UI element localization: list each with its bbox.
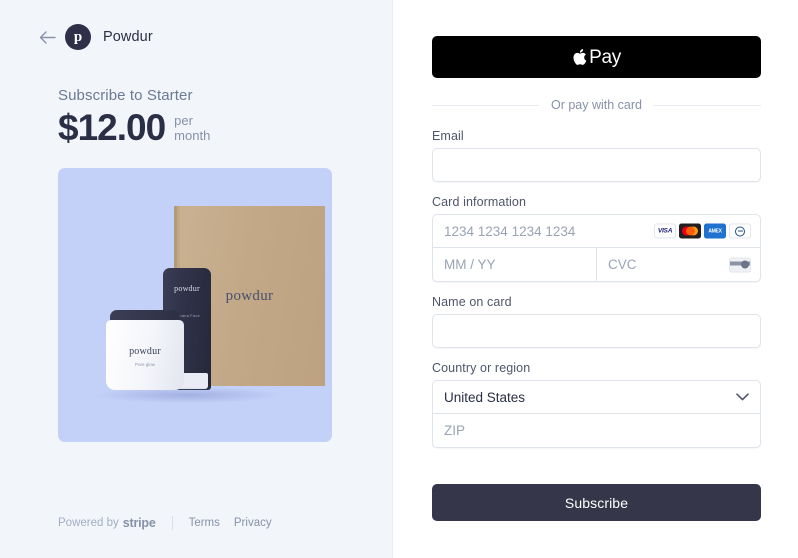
- card-expiry-input[interactable]: [433, 248, 596, 281]
- visa-icon: VISA: [654, 223, 676, 239]
- card-number-row: VISA AMEX: [433, 215, 760, 248]
- name-on-card-group: Name on card: [432, 295, 761, 348]
- or-pay-with-card-divider: Or pay with card: [432, 98, 762, 112]
- mastercard-overlap: [685, 226, 695, 236]
- cvc-hint-icon: [729, 257, 751, 272]
- merchant-name: Powdur: [103, 29, 153, 45]
- merchant-header: p Powdur: [0, 22, 392, 52]
- price-interval-line1: per: [174, 113, 193, 128]
- merchant-logo-letter: p: [73, 28, 83, 45]
- payment-form-panel: Pay Or pay with card Email Card informat…: [393, 0, 798, 558]
- back-arrow-icon[interactable]: [38, 28, 56, 46]
- country-select[interactable]: United States: [433, 381, 760, 414]
- plan-label: Subscribe to Starter: [58, 87, 193, 104]
- divider-line-right: [654, 104, 762, 106]
- price-interval-line2: month: [174, 127, 211, 143]
- apple-logo-icon: [572, 48, 587, 66]
- checkout-page: p Powdur Subscribe to Starter $12.00 per…: [0, 0, 798, 558]
- product-jar-brand: powdur: [129, 346, 161, 357]
- email-label: Email: [432, 129, 464, 143]
- card-expiry-cell: [433, 248, 597, 281]
- powered-by-label: Powered by: [58, 517, 119, 529]
- card-expiry-cvc-row: [433, 248, 760, 281]
- powered-by-stripe: Powered by stripe: [58, 516, 156, 530]
- card-brand-icons: VISA AMEX: [654, 223, 751, 239]
- zip-input[interactable]: [433, 414, 760, 447]
- email-input[interactable]: [432, 148, 761, 182]
- terms-link[interactable]: Terms: [189, 517, 220, 529]
- product-image: powdur powdur Banana Face powdur Pure gl…: [58, 168, 332, 442]
- country-selected-value: United States: [444, 389, 526, 405]
- footer: Powered by stripe Terms Privacy: [58, 516, 272, 530]
- diners-club-icon: [729, 223, 751, 239]
- card-fields-container: VISA AMEX: [432, 214, 761, 282]
- card-information-label: Card information: [432, 195, 527, 209]
- price-amount: $12.00: [58, 107, 166, 148]
- privacy-link[interactable]: Privacy: [234, 517, 272, 529]
- product-jar-subtitle: Pure glow: [134, 362, 155, 367]
- card-information-group: Card information VISA AM: [432, 195, 761, 282]
- product-tube-brand: powdur: [174, 284, 200, 293]
- plan-summary: Subscribe to Starter $12.00 per month: [0, 52, 392, 148]
- amex-icon-text: AMEX: [708, 228, 722, 234]
- merchant-logo: p: [65, 24, 91, 50]
- order-summary-panel: p Powdur Subscribe to Starter $12.00 per…: [0, 0, 393, 558]
- card-cvc-cell: [597, 248, 760, 281]
- diners-club-bar: [737, 230, 743, 232]
- apple-pay-text: Pay: [589, 46, 621, 68]
- cvc-code-dot: [740, 260, 749, 269]
- apple-pay-button[interactable]: Pay: [432, 36, 761, 78]
- divider-line-left: [432, 104, 539, 106]
- country-zip-container: United States: [432, 380, 761, 448]
- country-region-label: Country or region: [432, 361, 531, 375]
- name-on-card-label: Name on card: [432, 295, 512, 309]
- name-on-card-input[interactable]: [432, 314, 761, 348]
- divider-text: Or pay with card: [551, 98, 643, 112]
- zip-row: [433, 414, 760, 447]
- stripe-wordmark: stripe: [122, 516, 156, 530]
- amex-icon: AMEX: [704, 223, 726, 239]
- mastercard-icon: [679, 223, 701, 239]
- email-field-group: Email: [432, 129, 761, 182]
- country-region-group: Country or region United States: [432, 361, 761, 448]
- subscribe-button[interactable]: Subscribe: [432, 484, 761, 521]
- price-interval: per month: [174, 113, 211, 143]
- chevron-down-icon: [736, 393, 749, 401]
- visa-icon-text: VISA: [657, 227, 673, 235]
- price-row: $12.00 per month: [58, 108, 392, 148]
- diners-club-ring: [735, 226, 745, 236]
- footer-divider: [171, 516, 173, 530]
- product-jar: powdur Pure glow: [106, 320, 184, 390]
- apple-pay-label: Pay: [572, 48, 621, 67]
